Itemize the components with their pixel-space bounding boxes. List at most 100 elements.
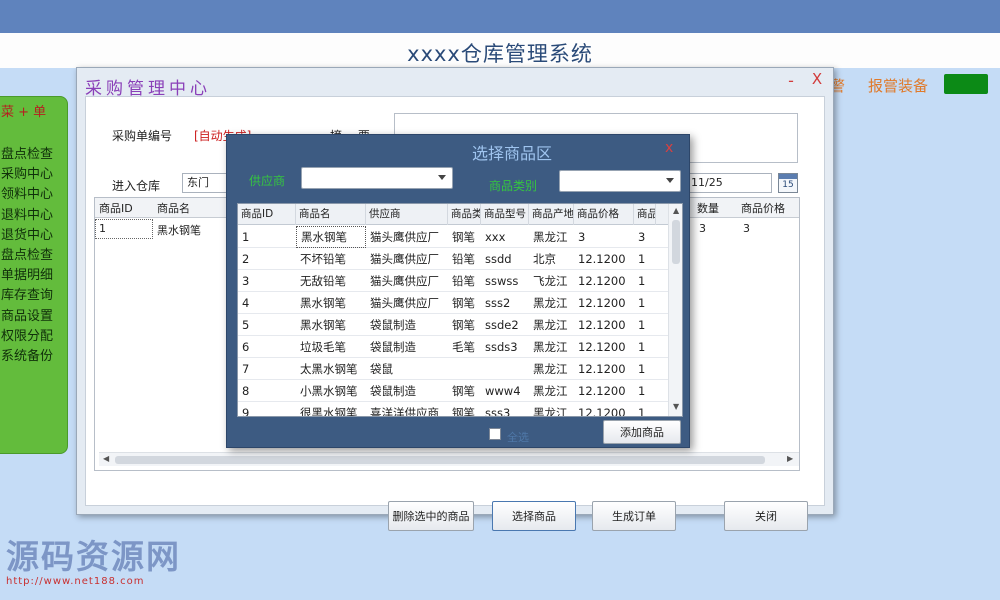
scrollbar-thumb[interactable] bbox=[115, 456, 765, 464]
cell-model: ssdd bbox=[485, 252, 512, 266]
table-row[interactable]: 3 无敌铅笔 猫头鹰供应厂 铅笔 sswss 飞龙江 12.1200 1 bbox=[238, 270, 668, 292]
cell-id: 4 bbox=[242, 296, 250, 310]
cell-price: 12.1200 bbox=[578, 362, 626, 376]
calendar-icon[interactable]: 15 bbox=[778, 173, 798, 193]
column-header-category[interactable]: 商品类 bbox=[448, 204, 481, 225]
left-menu: 菜 + 单 盘点检查 采购中心 领料中心 退料中心 退货中心 盘点检查 单据明细… bbox=[0, 96, 68, 454]
cell-id: 8 bbox=[242, 384, 250, 398]
table-row[interactable]: 1 黑水钢笔 猫头鹰供应厂 钢笔 xxx 黑龙江 3 3 bbox=[238, 226, 668, 248]
column-header-model[interactable]: 商品型号 bbox=[481, 204, 529, 225]
column-header-price[interactable]: 商品价格 bbox=[574, 204, 634, 225]
close-icon[interactable]: X bbox=[809, 70, 825, 88]
menu-item-material-return[interactable]: 退料中心 bbox=[1, 206, 67, 226]
table-row[interactable]: 8 小黑水钢笔 袋鼠制造 钢笔 www4 黑龙江 12.1200 1 bbox=[238, 380, 668, 402]
cell-extra: 1 bbox=[638, 296, 646, 310]
column-header-supplier[interactable]: 供应商 bbox=[366, 204, 448, 225]
scroll-down-icon[interactable]: ▼ bbox=[673, 402, 679, 411]
table-row[interactable]: 2 不坏铅笔 猫头鹰供应厂 铅笔 ssdd 北京 12.1200 1 bbox=[238, 248, 668, 270]
menu-item-goods-return[interactable]: 退货中心 bbox=[1, 226, 67, 246]
cell-model: www4 bbox=[485, 384, 521, 398]
cell-extra: 1 bbox=[638, 318, 646, 332]
cell-origin: 黑龙江 bbox=[533, 384, 568, 398]
cell-model: sss2 bbox=[485, 296, 511, 310]
column-header-price[interactable]: 商品价格 bbox=[741, 200, 785, 216]
left-menu-list: 盘点检查 采购中心 领料中心 退料中心 退货中心 盘点检查 单据明细 库存查询 … bbox=[1, 145, 67, 367]
generate-order-button[interactable]: 生成订单 bbox=[592, 501, 676, 531]
cell-origin: 北京 bbox=[533, 252, 556, 266]
table-row[interactable]: 6 垃圾毛笔 袋鼠制造 毛笔 ssds3 黑龙江 12.1200 1 bbox=[238, 336, 668, 358]
cell-category: 铅笔 bbox=[452, 274, 475, 288]
order-number-label: 采购单编号 bbox=[112, 129, 173, 143]
cell-model bbox=[481, 358, 529, 380]
warehouse-label: 进入仓库 bbox=[112, 179, 161, 193]
column-header-qty[interactable]: 数量 bbox=[697, 200, 719, 216]
cell-extra: 1 bbox=[638, 274, 646, 288]
column-header-id[interactable]: 商品ID bbox=[99, 200, 133, 216]
cell-supplier: 袋鼠 bbox=[370, 362, 393, 376]
horizontal-scrollbar[interactable]: ◀ ▶ bbox=[99, 452, 799, 466]
scroll-up-icon[interactable]: ▲ bbox=[673, 206, 679, 215]
cell-id: 6 bbox=[242, 340, 250, 354]
column-header-extra[interactable]: 商品 bbox=[634, 204, 656, 225]
date-input[interactable]: 11/25 bbox=[686, 173, 772, 193]
cell-extra: 1 bbox=[638, 252, 646, 266]
delete-selected-button[interactable]: 删除选中的商品 bbox=[388, 501, 474, 531]
cell-supplier: 猫头鹰供应厂 bbox=[370, 230, 439, 244]
column-header-origin[interactable]: 商品产地 bbox=[529, 204, 574, 225]
cell-price: 3 bbox=[578, 230, 586, 244]
supplier-select[interactable] bbox=[301, 167, 453, 189]
cell-category: 钢笔 bbox=[452, 406, 475, 417]
vertical-scrollbar[interactable]: ▲ ▼ bbox=[668, 204, 682, 416]
close-icon[interactable]: x bbox=[665, 140, 673, 156]
cell-model: ssde2 bbox=[485, 318, 519, 332]
add-product-button[interactable]: 添加商品 bbox=[603, 420, 681, 444]
product-select-modal: 选择商品区 x 供应商 商品类别 商品ID 商品名 供应商 商品类 商品型号 商… bbox=[226, 134, 690, 448]
topnav-item-report[interactable]: 报嘗装备 bbox=[868, 75, 928, 96]
product-grid: 商品ID 商品名 供应商 商品类 商品型号 商品产地 商品价格 商品 1 黑水钢笔… bbox=[237, 203, 683, 417]
cell-name: 无敌铅笔 bbox=[300, 274, 346, 288]
scroll-right-icon[interactable]: ▶ bbox=[787, 454, 793, 463]
table-row[interactable]: 7 太黑水钢笔 袋鼠 黑龙江 12.1200 1 bbox=[238, 358, 668, 380]
cell-extra: 1 bbox=[638, 406, 646, 417]
menu-item-permissions[interactable]: 权限分配 bbox=[1, 327, 67, 347]
cell-name: 垃圾毛笔 bbox=[300, 340, 346, 354]
left-menu-header[interactable]: 菜 + 单 bbox=[1, 101, 63, 120]
category-select[interactable] bbox=[559, 170, 681, 192]
menu-item-stock-query[interactable]: 库存查询 bbox=[1, 286, 67, 306]
close-button[interactable]: 关闭 bbox=[724, 501, 808, 531]
table-row[interactable]: 5 黑水钢笔 袋鼠制造 钢笔 ssde2 黑龙江 12.1200 1 bbox=[238, 314, 668, 336]
watermark-text: 源码资源网 bbox=[6, 537, 181, 576]
minimize-button[interactable]: - bbox=[783, 72, 799, 90]
menu-item-documents[interactable]: 单据明细 bbox=[1, 266, 67, 286]
menu-item-inventory-check[interactable]: 盘点检查 bbox=[1, 145, 67, 165]
table-row[interactable]: 9 很黑水钢笔 喜洋洋供应商 钢笔 sss3 黑龙江 12.1200 1 bbox=[238, 402, 668, 417]
cell-origin: 黑龙江 bbox=[533, 318, 568, 332]
scrollbar-thumb[interactable] bbox=[672, 220, 680, 264]
cell-id: 9 bbox=[242, 406, 250, 417]
cell-model: ssds3 bbox=[485, 340, 518, 354]
cell-category: 毛笔 bbox=[452, 340, 475, 354]
select-all-label: 全选 bbox=[507, 431, 529, 444]
cell-origin: 黑龙江 bbox=[533, 362, 568, 376]
menu-item-backup[interactable]: 系统备份 bbox=[1, 347, 67, 367]
select-products-button[interactable]: 选择商品 bbox=[492, 501, 576, 531]
column-header-id[interactable]: 商品ID bbox=[238, 204, 296, 225]
cell-name: 黑水钢笔 bbox=[296, 226, 366, 248]
menu-item-requisition[interactable]: 领料中心 bbox=[1, 185, 67, 205]
table-row[interactable]: 4 黑水钢笔 猫头鹰供应厂 钢笔 sss2 黑龙江 12.1200 1 bbox=[238, 292, 668, 314]
cell-price: 3 bbox=[743, 222, 750, 235]
column-header-name[interactable]: 商品名 bbox=[157, 200, 190, 216]
topnav-green-button[interactable] bbox=[944, 74, 988, 94]
menu-item-purchase[interactable]: 采购中心 bbox=[1, 165, 67, 185]
menu-item-product-settings[interactable]: 商品设置 bbox=[1, 307, 67, 327]
select-all-checkbox[interactable] bbox=[489, 428, 501, 440]
cell-id: 1 bbox=[99, 222, 106, 235]
menu-item-inventory-check-2[interactable]: 盘点检查 bbox=[1, 246, 67, 266]
cell-category: 钢笔 bbox=[452, 230, 475, 244]
column-header-name[interactable]: 商品名 bbox=[296, 204, 366, 225]
app-title: xxxx仓库管理系统 bbox=[407, 42, 593, 66]
cell-origin: 黑龙江 bbox=[533, 340, 568, 354]
cell-origin: 飞龙江 bbox=[533, 274, 568, 288]
cell-price: 12.1200 bbox=[578, 274, 626, 288]
scroll-left-icon[interactable]: ◀ bbox=[103, 454, 109, 463]
